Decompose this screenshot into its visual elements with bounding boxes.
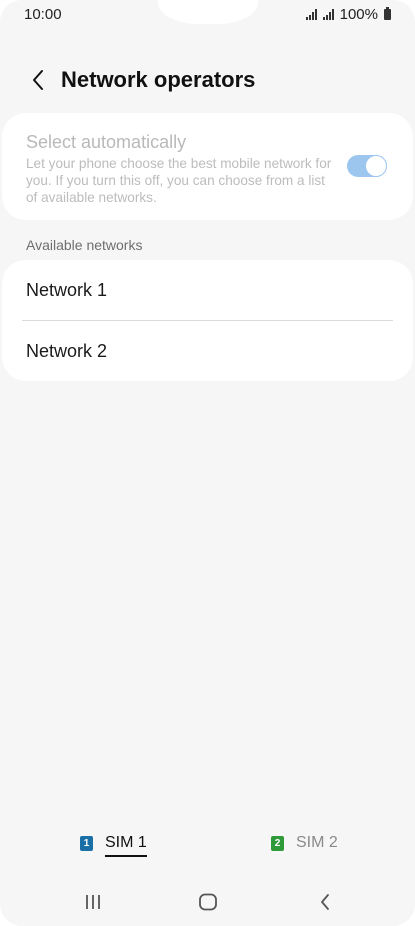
toggle-knob [365, 155, 387, 177]
network-item-2[interactable]: Network 2 [2, 321, 413, 381]
nav-back-button[interactable] [295, 880, 355, 924]
signal-icon [305, 8, 317, 20]
app-header: Network operators [0, 58, 415, 102]
sim-2-badge-icon: 2 [271, 835, 284, 851]
select-automatically-description: Let your phone choose the best mobile ne… [26, 156, 332, 205]
network-item-label: Network 2 [26, 340, 108, 361]
page-title: Network operators [61, 67, 256, 92]
status-icons: 100% [305, 5, 391, 23]
available-networks-label: Available networks [26, 237, 143, 253]
battery-icon [384, 6, 391, 20]
sim-1-badge-icon: 1 [80, 835, 93, 851]
system-nav-bar [0, 880, 415, 924]
battery-percent: 100% [339, 5, 378, 23]
recents-button[interactable] [63, 880, 123, 924]
select-automatically-card[interactable]: Select automatically Let your phone choo… [2, 113, 413, 220]
home-icon [199, 893, 217, 911]
signal-icon-sim2 [322, 8, 334, 20]
home-button[interactable] [178, 880, 238, 924]
back-button[interactable] [14, 58, 62, 102]
tab-sim-1-label: SIM 1 [105, 834, 147, 857]
recents-icon [86, 895, 100, 909]
status-bar: 10:00 100% [0, 0, 415, 28]
network-item-label: Network 1 [26, 279, 108, 300]
select-automatically-toggle[interactable] [347, 155, 387, 177]
tab-sim-2[interactable]: 2 SIM 2 [271, 826, 338, 860]
chevron-left-icon [33, 70, 43, 90]
back-icon [321, 894, 329, 910]
network-item-1[interactable]: Network 1 [2, 260, 413, 320]
sim-tabs: 1 SIM 1 2 SIM 2 [0, 826, 415, 860]
phone-screen: 10:00 100% Network operators Select auto… [0, 0, 415, 926]
tab-sim-1[interactable]: 1 SIM 1 [80, 826, 147, 860]
available-networks-list: Network 1 Network 2 [2, 260, 413, 381]
tab-sim-2-label: SIM 2 [296, 834, 338, 851]
status-time: 10:00 [24, 5, 62, 23]
select-automatically-title: Select automatically [26, 132, 187, 152]
